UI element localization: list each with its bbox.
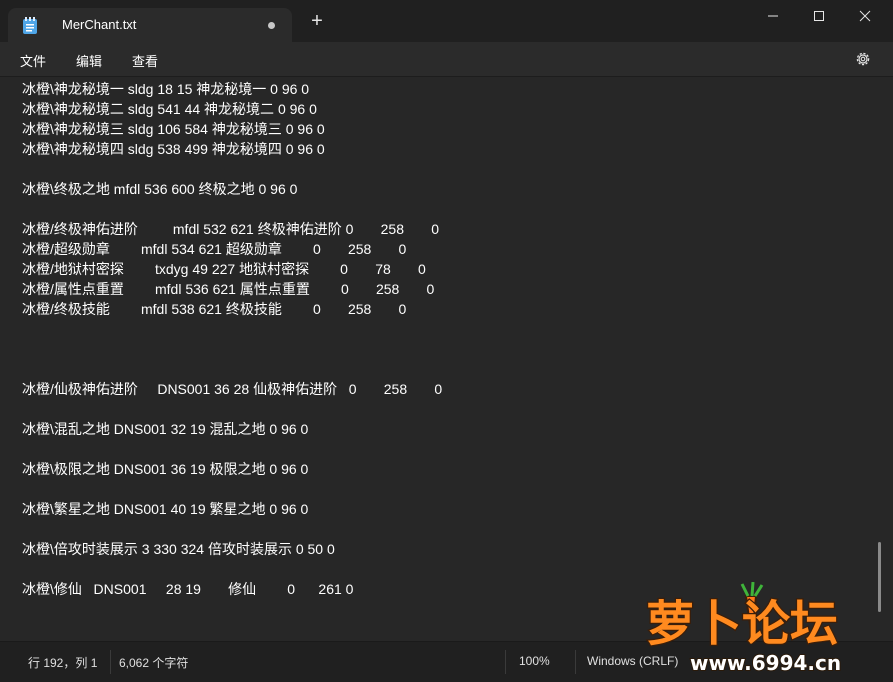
maximize-button[interactable] xyxy=(796,0,842,32)
text-line: 冰橙\神龙秘境一 sldg 18 15 神龙秘境一 0 96 0 xyxy=(22,81,310,97)
text-line xyxy=(22,319,873,339)
text-line: 冰橙/地狱村密探 txdyg 49 227 地狱村密探 0 78 0 xyxy=(22,261,426,277)
text-line: 冰橙\神龙秘境四 sldg 538 499 神龙秘境四 0 96 0 xyxy=(22,141,325,157)
text-line: 冰橙\繁星之地 DNS001 40 19 繁星之地 0 96 0 xyxy=(22,501,309,517)
text-line xyxy=(22,339,873,359)
close-button[interactable] xyxy=(842,0,888,32)
status-divider xyxy=(505,650,506,674)
text-line xyxy=(22,399,873,419)
text-line: 冰橙/属性点重置 mfdl 536 621 属性点重置 0 258 0 xyxy=(22,281,435,297)
menu-bar: 文件 编辑 查看 xyxy=(0,42,893,76)
menu-view[interactable]: 查看 xyxy=(132,51,158,70)
status-divider xyxy=(110,650,111,674)
forum-watermark-logo: 萝卜论坛 www.6994.cn xyxy=(645,582,842,676)
text-line: 冰橙/仙极神佑进阶 DNS001 36 28 仙极神佑进阶 0 258 0 xyxy=(22,381,443,397)
title-bar: MerChant.txt + xyxy=(0,0,893,42)
zoom-level[interactable]: 100% xyxy=(519,654,550,668)
character-count: 6,062 个字符 xyxy=(119,656,189,670)
text-editor[interactable]: 冰橙\神龙秘境一 sldg 18 15 神龙秘境一 0 96 0 冰橙\神龙秘境二… xyxy=(0,76,893,642)
tab-title: MerChant.txt xyxy=(62,17,137,32)
maximize-icon xyxy=(814,11,824,21)
text-line xyxy=(22,439,873,459)
status-divider xyxy=(575,650,576,674)
text-line: 冰橙\混乱之地 DNS001 32 19 混乱之地 0 96 0 xyxy=(22,421,309,437)
close-icon xyxy=(859,10,871,22)
unsaved-indicator-icon[interactable] xyxy=(268,22,275,29)
menu-edit[interactable]: 编辑 xyxy=(76,51,102,70)
text-line xyxy=(22,559,873,579)
menu-file[interactable]: 文件 xyxy=(20,51,46,70)
watermark-brand: 萝卜论坛 xyxy=(646,596,838,652)
text-line: 冰橙\神龙秘境二 sldg 541 44 神龙秘境二 0 96 0 xyxy=(22,101,317,117)
text-line: 冰橙\倍攻时装展示 3 330 324 倍攻时装展示 0 50 0 xyxy=(22,541,335,557)
document-tab[interactable]: MerChant.txt xyxy=(8,8,292,42)
watermark-url: www.6994.cn xyxy=(690,651,841,675)
text-line xyxy=(22,519,873,539)
text-line xyxy=(22,479,873,499)
notepad-icon xyxy=(23,17,37,34)
text-line xyxy=(22,159,873,179)
text-line: 冰橙/超级勋章 mfdl 534 621 超级勋章 0 258 0 xyxy=(22,241,407,257)
editor-lines: 冰橙\神龙秘境一 sldg 18 15 神龙秘境一 0 96 0 冰橙\神龙秘境二… xyxy=(22,79,873,599)
minimize-icon xyxy=(768,15,778,17)
settings-gear-icon[interactable] xyxy=(854,50,872,68)
text-line: 冰橙\极限之地 DNS001 36 19 极限之地 0 96 0 xyxy=(22,461,309,477)
new-tab-button[interactable]: + xyxy=(305,8,329,34)
text-line xyxy=(22,359,873,379)
text-line xyxy=(22,199,873,219)
text-line: 冰橙/终极神佑进阶 mfdl 532 621 终极神佑进阶 0 258 0 xyxy=(22,221,440,237)
minimize-button[interactable] xyxy=(750,0,796,32)
text-line: 冰橙\终极之地 mfdl 536 600 终极之地 0 96 0 xyxy=(22,181,298,197)
text-line: 冰橙\神龙秘境三 sldg 106 584 神龙秘境三 0 96 0 xyxy=(22,121,325,137)
text-line: 冰橙/终极技能 mfdl 538 621 终极技能 0 258 0 xyxy=(22,301,407,317)
cursor-position: 行 192，列 1 xyxy=(28,656,98,670)
